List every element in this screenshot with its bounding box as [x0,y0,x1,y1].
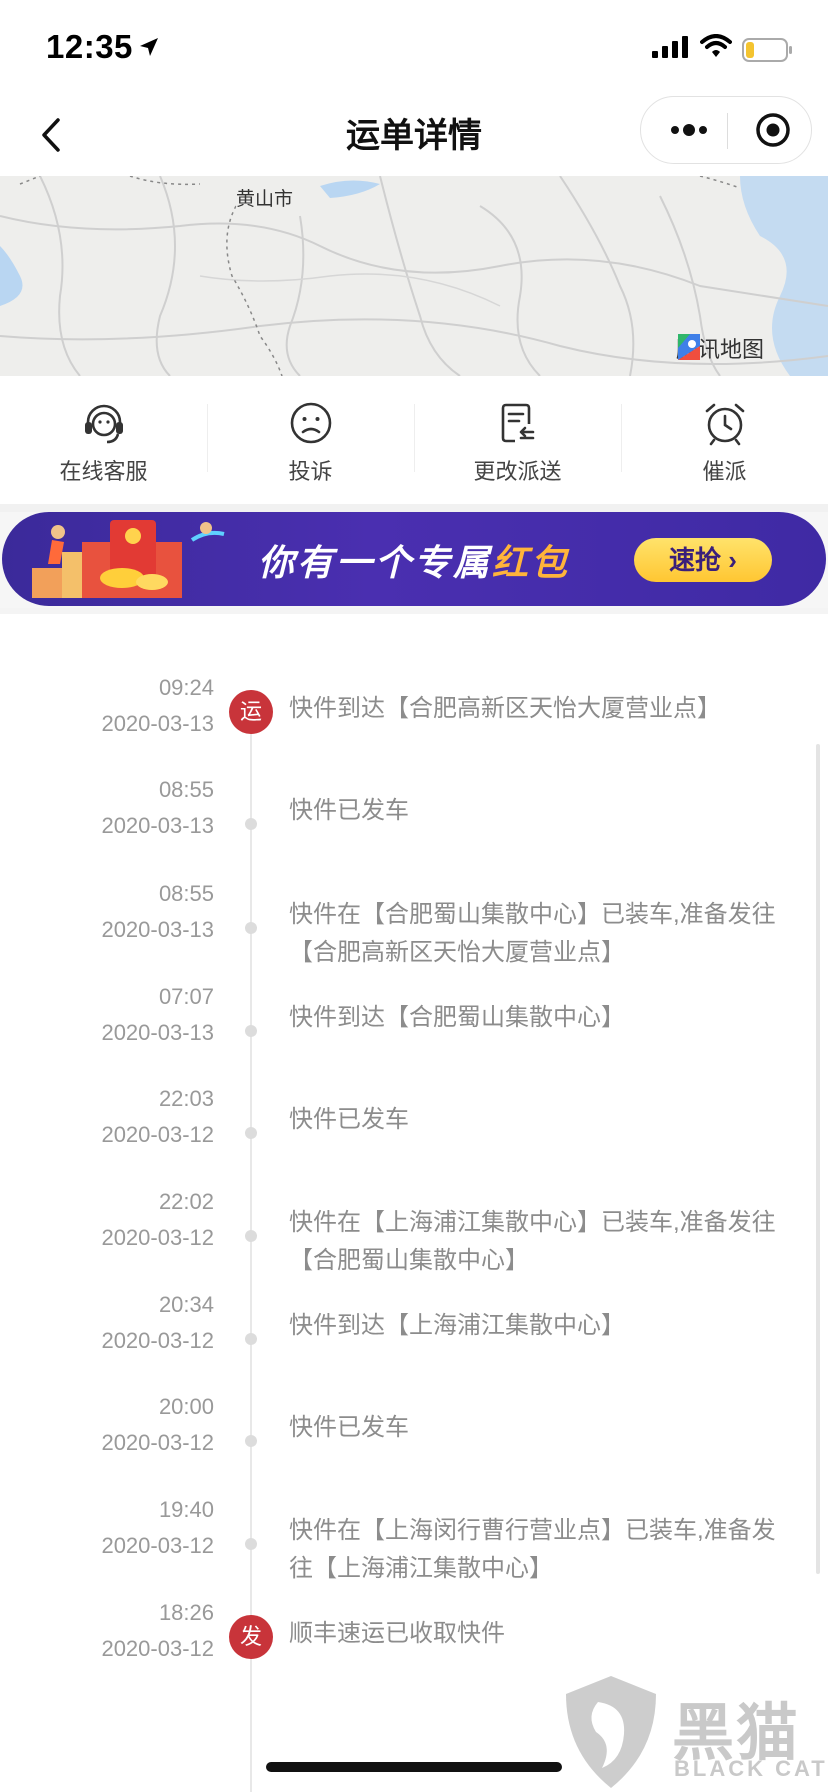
timeline-date: 2020-03-12 [101,1122,214,1147]
home-indicator[interactable] [266,1762,562,1772]
action-label: 投诉 [288,459,333,484]
timeline-event-text: 快件到达【上海浦江集散中心】 [289,1312,625,1339]
red-packet-banner[interactable]: 你有一个专属红包 速抢 › [0,512,828,608]
mini-program-capsule [640,96,812,164]
timeline-time: 22:03 [158,1086,214,1111]
timeline-dot [245,1025,257,1037]
close-miniprogram-icon[interactable] [743,97,803,163]
timeline-dot [245,922,257,934]
wifi-icon [700,34,732,57]
timeline-dot [245,1333,257,1345]
timeline-date: 2020-03-12 [101,1636,214,1661]
capsule-divider [727,113,728,149]
timeline-event-text: 快件已发车 [289,1414,409,1441]
chevron-right-icon: › [728,545,737,575]
timeline-status-badge: 运 [229,690,273,734]
timeline-event-text: 快件在【合肥蜀山集散中心】已装车,准备发往【合肥高新区天怡大厦营业点】 [289,901,776,966]
more-icon[interactable] [659,97,719,163]
timeline-date: 2020-03-13 [101,1020,214,1045]
action-change-delivery[interactable]: 更改派送 [414,376,621,504]
timeline-event-text: 顺丰速运已收取快件 [289,1620,505,1647]
timeline-dot [245,1435,257,1447]
timeline-date: 2020-03-12 [101,1225,214,1250]
battery-icon [742,38,792,62]
timeline-dot [245,1127,257,1139]
action-urge-delivery[interactable]: 催派 [621,376,828,504]
signal-icon [652,36,688,58]
location-arrow-icon [140,38,158,56]
status-time: 12:35 [46,28,133,65]
banner-text-highlight: 红包 [492,542,571,583]
timeline-timestamp: 09:24 2020-03-13 [101,670,214,742]
timeline-timestamp: 22:02 2020-03-12 [101,1184,214,1256]
watermark-subtext: BLACK CAT [674,1756,828,1781]
timeline-date: 2020-03-13 [101,711,214,736]
timeline-date: 2020-03-12 [101,1430,214,1455]
timeline-dot [245,1538,257,1550]
timeline-status-badge: 发 [229,1615,273,1659]
alarm-clock-icon [705,403,745,446]
timeline-time: 20:34 [158,1292,214,1317]
timeline-timestamp: 07:07 2020-03-13 [101,979,214,1051]
timeline-time: 20:00 [158,1394,214,1419]
timeline-event-text: 快件到达【合肥高新区天怡大厦营业点】 [289,695,721,722]
timeline-time: 19:40 [158,1497,214,1522]
timeline-timestamp: 08:55 2020-03-13 [101,876,214,948]
action-complaint[interactable]: 投诉 [207,376,414,504]
timeline-time: 18:26 [158,1600,214,1625]
timeline-event-text: 快件已发车 [289,1106,409,1133]
grab-button[interactable]: 速抢 › [634,538,772,582]
tracking-timeline[interactable]: 09:24 2020-03-13 运快件到达【合肥高新区天怡大厦营业点】 08:55 2… [0,614,828,1792]
timeline-date: 2020-03-13 [101,813,214,838]
action-online-service[interactable]: 在线客服 [0,376,207,504]
action-label: 催派 [702,459,747,484]
action-label: 在线客服 [59,459,148,484]
map-city-label: 黄山市 [236,184,294,211]
banner-body[interactable]: 你有一个专属红包 速抢 › [2,512,826,606]
headset-icon [85,404,123,444]
timeline-dot [245,818,257,830]
banner-text: 你有一个专属红包 [258,534,570,586]
cat-shield-icon [566,1676,656,1788]
map-provider-logo: 腾讯地图 [672,330,764,366]
timeline-date: 2020-03-12 [101,1328,214,1353]
timeline-timestamp: 08:55 2020-03-13 [101,772,214,844]
grab-button-label: 速抢 [669,545,722,575]
timeline-event-text: 快件在【上海闵行曹行营业点】已装车,准备发往【上海浦江集散中心】 [289,1517,776,1582]
status-bar: 12:35 [0,0,828,96]
timeline-event-text: 快件在【上海浦江集散中心】已装车,准备发往【合肥蜀山集散中心】 [289,1209,776,1274]
timeline-timestamp: 22:03 2020-03-12 [101,1081,214,1153]
edit-document-icon [501,403,535,443]
timeline-date: 2020-03-12 [101,1533,214,1558]
sad-face-icon [290,402,332,444]
timeline-time: 09:24 [158,675,214,700]
timeline-timestamp: 19:40 2020-03-12 [101,1492,214,1564]
banner-text-prefix: 你有一个专属 [258,542,493,583]
action-label: 更改派送 [473,459,562,484]
tencent-map-icon [678,334,700,360]
timeline-time: 22:02 [158,1189,214,1214]
timeline-date: 2020-03-13 [101,917,214,942]
banner-illustration-icon [32,520,225,598]
timeline-event-text: 快件已发车 [289,797,409,824]
scrollbar[interactable] [816,744,820,1574]
action-bar: 在线客服 投诉 更改派送 催派 [0,376,828,504]
map-view[interactable]: 黄山市 腾讯地图 [0,176,828,376]
timeline-time: 08:55 [158,777,214,802]
timeline-time: 08:55 [158,881,214,906]
timeline-event-text: 快件到达【合肥蜀山集散中心】 [289,1004,625,1031]
watermark: 黑猫 BLACK CAT [556,1672,828,1792]
nav-bar: 运单详情 [0,96,828,176]
timeline-timestamp: 20:34 2020-03-12 [101,1287,214,1359]
timeline-dot [245,1230,257,1242]
timeline-time: 07:07 [158,984,214,1009]
timeline-timestamp: 18:26 2020-03-12 [101,1595,214,1667]
timeline-timestamp: 20:00 2020-03-12 [101,1389,214,1461]
section-divider [0,504,828,512]
